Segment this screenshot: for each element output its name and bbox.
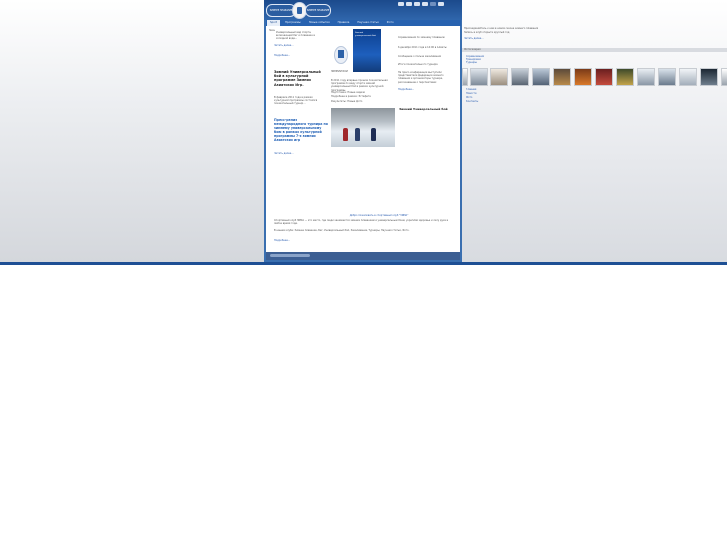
col3-item-1[interactable]: Соревнования по зимнему плаванию: [398, 36, 454, 43]
athlete-figure-2: [355, 128, 360, 141]
logo-right-text[interactable]: ЗИМНЕЕ ПЛАВАНИЕ: [305, 4, 331, 17]
event-photo[interactable]: [331, 108, 395, 147]
col2-meta-2: Подробнее в рамках: Эстафета: [331, 95, 371, 98]
lang-icon[interactable]: [438, 2, 444, 6]
footer-more-link[interactable]: Подробнее...: [274, 239, 314, 242]
col2-meta-3: Результаты: Новые фото: [331, 100, 363, 103]
more-link-1[interactable]: Читать далее...: [274, 44, 314, 47]
photo-thumb-icon[interactable]: [700, 68, 718, 86]
press-release-headline[interactable]: Пресс-релиз международного турнира по зи…: [274, 118, 328, 150]
photo-thumb-icon[interactable]: [511, 68, 529, 86]
col3-item-3[interactable]: Сообщение о пользе закаливания: [398, 55, 454, 62]
col1-paragraph: В феврале 2011 года в рамках культурной …: [274, 96, 318, 106]
more-link-3[interactable]: Читать далее...: [274, 152, 314, 155]
photo-thumb-icon[interactable]: [721, 68, 727, 86]
footer-bar: [266, 252, 460, 260]
sitemap-icon[interactable]: [414, 2, 420, 6]
athlete-figure-3: [371, 128, 376, 141]
photo-thumb-icon[interactable]: [462, 68, 468, 86]
photo-thumb-icon[interactable]: [553, 68, 571, 86]
welcome-text: Спортивный клуб ЗИМА — это место, где лю…: [274, 219, 449, 226]
club-logo: [331, 44, 349, 70]
search-icon[interactable]: [430, 2, 436, 6]
top-icons: [398, 2, 444, 7]
site-header: ЗИМНЕЕ ПЛАВАНИЕ ЗИМНЕЕ ПЛАВАНИЕ: [264, 0, 462, 20]
sidebar-nav-3[interactable]: Фото: [466, 96, 496, 99]
sidebar-nav-4[interactable]: Контакты: [466, 100, 496, 103]
print-icon[interactable]: [422, 2, 428, 6]
col3-item-5[interactable]: На пресс-конференции выступили представи…: [398, 71, 454, 87]
photo-thumb-icon[interactable]: [595, 68, 613, 86]
mail-icon[interactable]: [406, 2, 412, 6]
photo-thumb-icon[interactable]: [637, 68, 655, 86]
gallery-title: Фотогалерея: [464, 48, 481, 51]
photo-thumb-icon[interactable]: [658, 68, 676, 86]
col2-meta-1: Подготовка: Новые задачи: [331, 91, 365, 94]
athlete-figure-1: [343, 128, 348, 141]
content-area: Зимний... Универсальный вид спорта, вклю…: [266, 26, 460, 252]
sidebar-nav-1[interactable]: Главная: [466, 88, 496, 91]
gallery-header: Фотогалерея: [462, 48, 727, 52]
footer-bar-label: [270, 254, 310, 257]
welcome-title[interactable]: Добро пожаловать в спортивный клуб "ЗИМА…: [324, 214, 434, 217]
more-link-2[interactable]: Подробнее...: [274, 54, 314, 57]
photo-thumb-icon[interactable]: [532, 68, 550, 86]
event-poster[interactable]: Зимний универсальный бой: [353, 29, 381, 72]
bottom-rule: [0, 262, 727, 265]
photo-thumb-icon[interactable]: [470, 68, 488, 86]
col3-headline[interactable]: Зимний Универсальный бой: [399, 107, 455, 112]
col1-intro: Универсальный вид спорта, включающий бег…: [276, 31, 315, 41]
col3-item-4[interactable]: Итоги показательного турнира: [398, 63, 454, 70]
col3-more-link[interactable]: Подробнее...: [398, 88, 438, 91]
sidebar-link-3[interactable]: Турниры: [466, 61, 506, 64]
photo-thumb-icon[interactable]: [490, 68, 508, 86]
photo-thumb-icon[interactable]: [574, 68, 592, 86]
headline-winter-fight[interactable]: Зимний Универсальный бой в культурной пр…: [274, 70, 328, 91]
sidebar-more[interactable]: Читать далее...: [464, 37, 504, 40]
poster-text: Зимний универсальный бой: [355, 32, 376, 37]
sidebar-intro-2: Запись в клуб открыта круглый год: [464, 31, 510, 34]
photo-thumb-icon[interactable]: [616, 68, 634, 86]
welcome-text-2: В нашем клубе: Зимнее плавание, Бег, Уни…: [274, 229, 410, 232]
col3-item-2[interactable]: 6 декабря 2011 года в 14:00 в Алматы: [398, 46, 454, 53]
sidebar-intro: Присоединяйтесь к нам в новом сезоне зим…: [464, 27, 539, 30]
left-background: [0, 0, 264, 262]
club-logo-caption: ЗИМНИЙ БОЙ: [331, 70, 348, 73]
small-title: Зимний...: [269, 29, 275, 32]
sidebar-nav-2[interactable]: Новости: [466, 92, 496, 95]
home-icon[interactable]: [398, 2, 404, 6]
site-frame: ЗИМНЕЕ ПЛАВАНИЕ ЗИМНЕЕ ПЛАВАНИЕ Sport Пр…: [264, 0, 462, 262]
photo-thumb-icon[interactable]: [679, 68, 697, 86]
